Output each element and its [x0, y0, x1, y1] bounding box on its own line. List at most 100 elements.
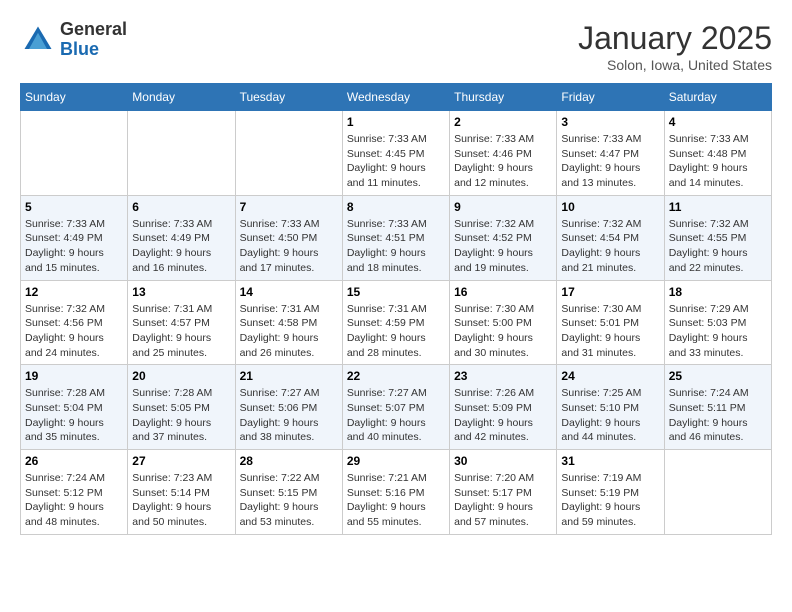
location-title: Solon, Iowa, United States: [578, 57, 772, 73]
day-number: 17: [561, 285, 659, 299]
calendar-header-row: SundayMondayTuesdayWednesdayThursdayFrid…: [21, 84, 772, 111]
calendar-cell: 4 Sunrise: 7:33 AMSunset: 4:48 PMDaylight…: [664, 111, 771, 196]
calendar-cell: 17 Sunrise: 7:30 AMSunset: 5:01 PMDayligh…: [557, 280, 664, 365]
day-number: 7: [240, 200, 338, 214]
calendar-cell: 15 Sunrise: 7:31 AMSunset: 4:59 PMDayligh…: [342, 280, 449, 365]
month-title: January 2025: [578, 20, 772, 57]
day-number: 31: [561, 454, 659, 468]
calendar-cell: 6Sunrise: 7:33 AMSunset: 4:49 PMDaylight…: [128, 195, 235, 280]
day-number: 22: [347, 369, 445, 383]
calendar-cell: 22Sunrise: 7:27 AMSunset: 5:07 PMDayligh…: [342, 365, 449, 450]
calendar-cell: 9 Sunrise: 7:32 AMSunset: 4:52 PMDaylight…: [450, 195, 557, 280]
calendar-body: 1 Sunrise: 7:33 AMSunset: 4:45 PMDaylight…: [21, 111, 772, 535]
day-number: 3: [561, 115, 659, 129]
calendar-header-monday: Monday: [128, 84, 235, 111]
day-info: Sunrise: 7:33 AMSunset: 4:46 PMDaylight:…: [454, 132, 552, 191]
day-info: Sunrise: 7:31 AMSunset: 4:59 PMDaylight:…: [347, 302, 445, 361]
day-number: 15: [347, 285, 445, 299]
day-number: 16: [454, 285, 552, 299]
day-number: 4: [669, 115, 767, 129]
day-number: 8: [347, 200, 445, 214]
day-info: Sunrise: 7:33 AMSunset: 4:48 PMDaylight:…: [669, 132, 767, 191]
calendar-cell: 7 Sunrise: 7:33 AMSunset: 4:50 PMDaylight…: [235, 195, 342, 280]
day-info: Sunrise: 7:33 AMSunset: 4:47 PMDaylight:…: [561, 132, 659, 191]
day-info: Sunrise: 7:33 AMSunset: 4:49 PMDaylight:…: [132, 217, 230, 276]
day-number: 24: [561, 369, 659, 383]
logo: General Blue: [20, 20, 127, 60]
day-number: 25: [669, 369, 767, 383]
calendar-cell: 2 Sunrise: 7:33 AMSunset: 4:46 PMDaylight…: [450, 111, 557, 196]
calendar-cell: 19 Sunrise: 7:28 AMSunset: 5:04 PMDayligh…: [21, 365, 128, 450]
logo-general: General: [60, 19, 127, 39]
day-info: Sunrise: 7:23 AMSunset: 5:14 PMDaylight:…: [132, 471, 230, 530]
calendar-cell: 18 Sunrise: 7:29 AMSunset: 5:03 PMDayligh…: [664, 280, 771, 365]
calendar-week-1: 5Sunrise: 7:33 AMSunset: 4:49 PMDaylight…: [21, 195, 772, 280]
day-number: 18: [669, 285, 767, 299]
day-number: 1: [347, 115, 445, 129]
calendar-cell: 20Sunrise: 7:28 AMSunset: 5:05 PMDayligh…: [128, 365, 235, 450]
page-header: General Blue January 2025 Solon, Iowa, U…: [20, 20, 772, 73]
calendar-cell: 30Sunrise: 7:20 AMSunset: 5:17 PMDayligh…: [450, 450, 557, 535]
day-info: Sunrise: 7:31 AMSunset: 4:58 PMDaylight:…: [240, 302, 338, 361]
day-number: 13: [132, 285, 230, 299]
calendar-header-thursday: Thursday: [450, 84, 557, 111]
calendar-cell: 27Sunrise: 7:23 AMSunset: 5:14 PMDayligh…: [128, 450, 235, 535]
day-info: Sunrise: 7:32 AMSunset: 4:52 PMDaylight:…: [454, 217, 552, 276]
day-number: 9: [454, 200, 552, 214]
day-info: Sunrise: 7:32 AMSunset: 4:54 PMDaylight:…: [561, 217, 659, 276]
day-number: 20: [132, 369, 230, 383]
calendar-cell: 25 Sunrise: 7:24 AMSunset: 5:11 PMDayligh…: [664, 365, 771, 450]
day-number: 11: [669, 200, 767, 214]
calendar-cell: [664, 450, 771, 535]
calendar-cell: 28Sunrise: 7:22 AMSunset: 5:15 PMDayligh…: [235, 450, 342, 535]
day-info: Sunrise: 7:30 AMSunset: 5:00 PMDaylight:…: [454, 302, 552, 361]
calendar-cell: [235, 111, 342, 196]
day-info: Sunrise: 7:26 AMSunset: 5:09 PMDaylight:…: [454, 386, 552, 445]
logo-blue: Blue: [60, 39, 99, 59]
day-info: Sunrise: 7:30 AMSunset: 5:01 PMDaylight:…: [561, 302, 659, 361]
day-number: 28: [240, 454, 338, 468]
calendar-cell: 31Sunrise: 7:19 AMSunset: 5:19 PMDayligh…: [557, 450, 664, 535]
day-info: Sunrise: 7:32 AMSunset: 4:55 PMDaylight:…: [669, 217, 767, 276]
calendar-week-2: 12 Sunrise: 7:32 AMSunset: 4:56 PMDayligh…: [21, 280, 772, 365]
calendar-cell: 12 Sunrise: 7:32 AMSunset: 4:56 PMDayligh…: [21, 280, 128, 365]
day-number: 10: [561, 200, 659, 214]
calendar-cell: 23 Sunrise: 7:26 AMSunset: 5:09 PMDayligh…: [450, 365, 557, 450]
calendar-cell: 5Sunrise: 7:33 AMSunset: 4:49 PMDaylight…: [21, 195, 128, 280]
day-number: 19: [25, 369, 123, 383]
day-number: 23: [454, 369, 552, 383]
calendar-cell: 3 Sunrise: 7:33 AMSunset: 4:47 PMDaylight…: [557, 111, 664, 196]
day-info: Sunrise: 7:25 AMSunset: 5:10 PMDaylight:…: [561, 386, 659, 445]
calendar-cell: 29Sunrise: 7:21 AMSunset: 5:16 PMDayligh…: [342, 450, 449, 535]
day-number: 21: [240, 369, 338, 383]
day-number: 26: [25, 454, 123, 468]
day-number: 12: [25, 285, 123, 299]
calendar-header-wednesday: Wednesday: [342, 84, 449, 111]
day-info: Sunrise: 7:33 AMSunset: 4:49 PMDaylight:…: [25, 217, 123, 276]
day-info: Sunrise: 7:29 AMSunset: 5:03 PMDaylight:…: [669, 302, 767, 361]
calendar-cell: 16 Sunrise: 7:30 AMSunset: 5:00 PMDayligh…: [450, 280, 557, 365]
day-info: Sunrise: 7:33 AMSunset: 4:50 PMDaylight:…: [240, 217, 338, 276]
day-info: Sunrise: 7:28 AMSunset: 5:04 PMDaylight:…: [25, 386, 123, 445]
day-number: 14: [240, 285, 338, 299]
calendar-cell: 11 Sunrise: 7:32 AMSunset: 4:55 PMDayligh…: [664, 195, 771, 280]
calendar-week-3: 19 Sunrise: 7:28 AMSunset: 5:04 PMDayligh…: [21, 365, 772, 450]
calendar-header-tuesday: Tuesday: [235, 84, 342, 111]
calendar-cell: 8Sunrise: 7:33 AMSunset: 4:51 PMDaylight…: [342, 195, 449, 280]
calendar-header-friday: Friday: [557, 84, 664, 111]
calendar-cell: 26Sunrise: 7:24 AMSunset: 5:12 PMDayligh…: [21, 450, 128, 535]
logo-icon: [20, 22, 56, 58]
calendar-header-sunday: Sunday: [21, 84, 128, 111]
calendar-week-4: 26Sunrise: 7:24 AMSunset: 5:12 PMDayligh…: [21, 450, 772, 535]
day-info: Sunrise: 7:33 AMSunset: 4:45 PMDaylight:…: [347, 132, 445, 191]
calendar-cell: 24 Sunrise: 7:25 AMSunset: 5:10 PMDayligh…: [557, 365, 664, 450]
calendar-cell: 10 Sunrise: 7:32 AMSunset: 4:54 PMDayligh…: [557, 195, 664, 280]
day-number: 30: [454, 454, 552, 468]
calendar-cell: [21, 111, 128, 196]
day-number: 2: [454, 115, 552, 129]
day-info: Sunrise: 7:27 AMSunset: 5:06 PMDaylight:…: [240, 386, 338, 445]
calendar-cell: 21 Sunrise: 7:27 AMSunset: 5:06 PMDayligh…: [235, 365, 342, 450]
title-block: January 2025 Solon, Iowa, United States: [578, 20, 772, 73]
day-info: Sunrise: 7:24 AMSunset: 5:11 PMDaylight:…: [669, 386, 767, 445]
day-info: Sunrise: 7:32 AMSunset: 4:56 PMDaylight:…: [25, 302, 123, 361]
